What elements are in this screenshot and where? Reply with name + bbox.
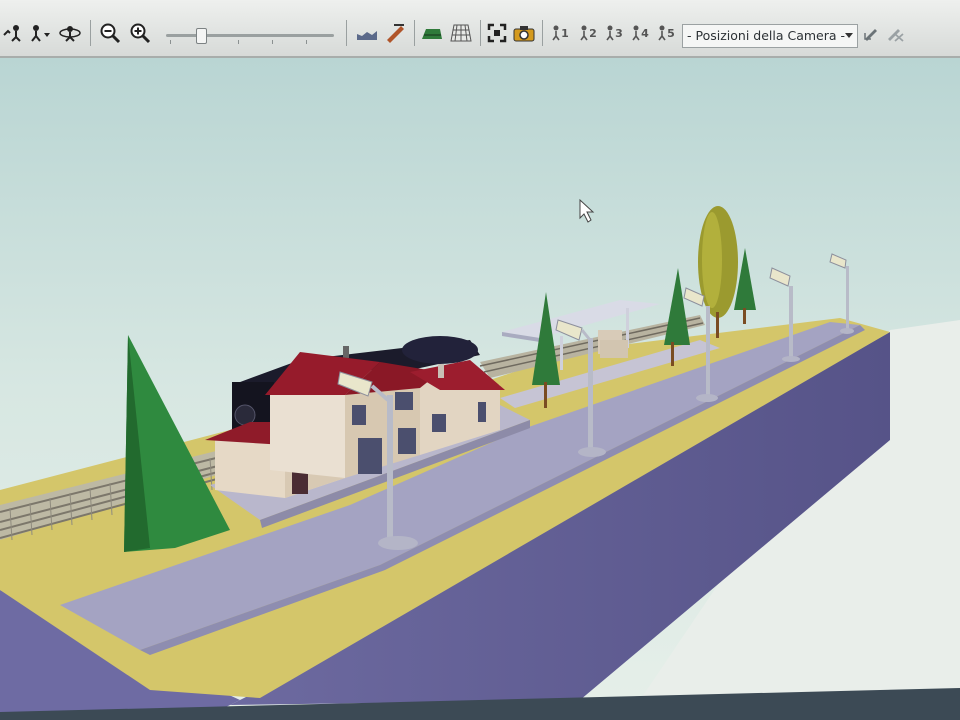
slider-tick: [306, 40, 307, 44]
save-camera-position-button[interactable]: [860, 20, 882, 46]
camera-position-2-button[interactable]: 2: [576, 20, 600, 46]
toolbar: 1 2 3 4 5 - Posizioni della Camera -: [0, 0, 960, 58]
grid-icon: [450, 24, 472, 42]
terrain-button[interactable]: [356, 20, 378, 46]
camera-position-3-label: 3: [615, 26, 623, 40]
camera-position-3-button[interactable]: 3: [602, 20, 626, 46]
camera-person-icon: [658, 25, 666, 41]
zoom-in-icon: [130, 23, 151, 44]
walk-camera-button[interactable]: [2, 20, 24, 46]
fit-view-button[interactable]: [486, 20, 508, 46]
zoom-slider-thumb[interactable]: [196, 28, 207, 44]
delete-camera-position-button[interactable]: [884, 20, 906, 46]
pen-icon: [864, 29, 877, 41]
slider-tick: [272, 40, 273, 44]
track-pen-icon: [387, 24, 404, 43]
camera-position-1-label: 1: [561, 26, 569, 40]
toolbar-separator: [480, 20, 481, 46]
camera-position-1-button[interactable]: 1: [548, 20, 572, 46]
distant-building: [600, 340, 628, 358]
chevron-down-icon: [845, 33, 853, 38]
camera-person-icon: [552, 25, 560, 41]
camera-position-2-label: 2: [589, 26, 597, 40]
camera-positions-select-value: - Posizioni della Camera -: [687, 28, 846, 43]
toolbar-separator: [542, 20, 543, 46]
slider-tick: [170, 40, 171, 44]
terrain-icon: [357, 31, 377, 40]
green-terrain-button[interactable]: [420, 20, 444, 46]
orbit-camera-icon: [59, 26, 81, 42]
camera-mode-dropdown[interactable]: [28, 20, 54, 46]
camera-position-5-label: 5: [667, 26, 675, 40]
camera-person-icon: [632, 25, 640, 41]
screenshot-camera-button[interactable]: [512, 20, 536, 46]
green-terrain-icon: [422, 29, 442, 39]
toolbar-separator: [346, 20, 347, 46]
orbit-camera-button[interactable]: [58, 20, 82, 46]
zoom-out-button[interactable]: [98, 20, 122, 46]
toolbar-separator: [90, 20, 91, 46]
camera-person-icon: [580, 25, 588, 41]
camera-mode-dropdown-icon: [31, 25, 50, 42]
track-pen-button[interactable]: [384, 20, 406, 46]
slider-tick: [238, 40, 239, 44]
3d-viewport[interactable]: [0, 58, 960, 720]
camera-positions-select[interactable]: - Posizioni della Camera -: [682, 24, 858, 48]
camera-person-icon: [606, 25, 614, 41]
grid-button[interactable]: [450, 20, 472, 46]
camera-position-5-button[interactable]: 5: [654, 20, 678, 46]
toolbar-separator: [414, 20, 415, 46]
pen-delete-icon: [888, 29, 904, 42]
fit-view-icon: [487, 23, 507, 43]
zoom-in-button[interactable]: [128, 20, 152, 46]
zoom-slider-track[interactable]: [166, 34, 334, 37]
zoom-out-icon: [100, 23, 121, 44]
screenshot-camera-icon: [513, 26, 535, 42]
walk-camera-icon: [3, 25, 21, 42]
camera-position-4-label: 4: [641, 26, 649, 40]
camera-position-4-button[interactable]: 4: [628, 20, 652, 46]
